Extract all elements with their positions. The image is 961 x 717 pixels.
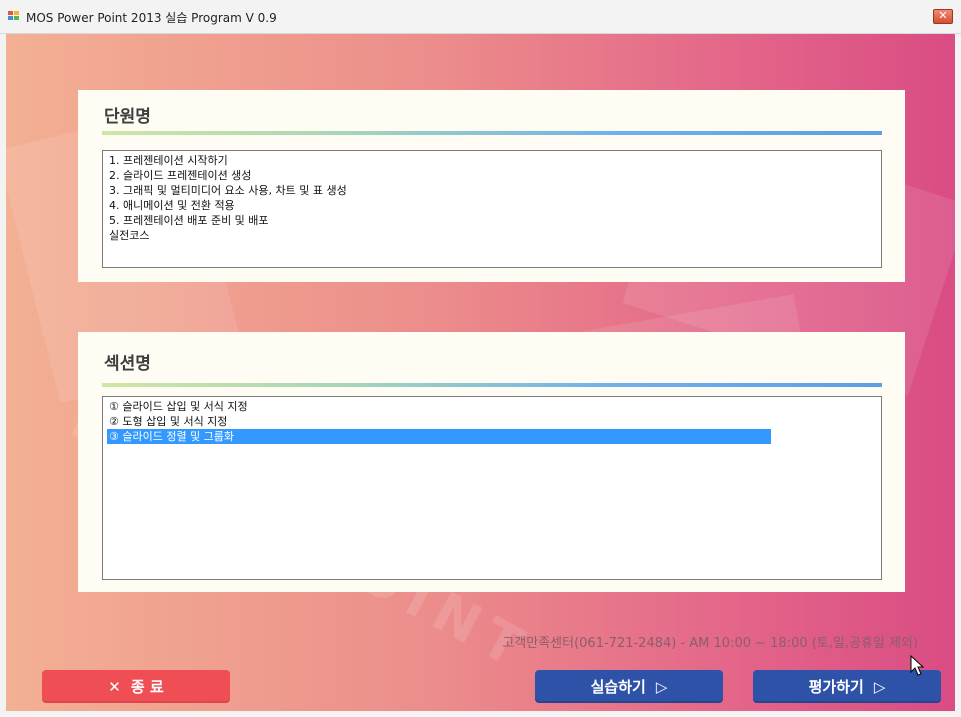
exit-button[interactable]: ✕ 종 료 [42, 670, 230, 703]
main-window: POWERPOINT 단원명 1. 프레젠테이션 시작하기 2. 슬라이드 프레… [6, 34, 955, 711]
section-item-selected[interactable]: ③ 슬라이드 정렬 및 그룹화 [107, 429, 771, 444]
units-list[interactable]: 1. 프레젠테이션 시작하기 2. 슬라이드 프레젠테이션 생성 3. 그래픽 … [102, 150, 882, 268]
units-panel-title: 단원명 [104, 107, 151, 127]
evaluate-button-label: 평가하기 [808, 678, 864, 696]
sections-panel-title: 섹션명 [104, 354, 151, 374]
unit-item[interactable]: 5. 프레젠테이션 배포 준비 및 배포 [107, 213, 877, 228]
practice-button-label: 실습하기 [590, 678, 646, 696]
app-icon [8, 11, 21, 22]
units-panel: 단원명 1. 프레젠테이션 시작하기 2. 슬라이드 프레젠테이션 생성 3. … [78, 90, 905, 282]
sections-panel: 섹션명 ① 슬라이드 삽입 및 서식 지정 ② 도형 삽입 및 서식 지정 ③ … [78, 332, 905, 592]
play-icon: ▷ [655, 677, 668, 696]
practice-button[interactable]: 실습하기 ▷ [535, 670, 723, 703]
unit-item[interactable]: 1. 프레젠테이션 시작하기 [107, 153, 877, 168]
section-item[interactable]: ① 슬라이드 삽입 및 서식 지정 [107, 399, 877, 414]
support-info: 고객만족센터(061-721-2484) - AM 10:00 ~ 18:00 … [502, 636, 918, 651]
close-icon[interactable]: ✕ [933, 9, 953, 24]
unit-item[interactable]: 3. 그래픽 및 멀티미디어 요소 사용, 차트 및 표 생성 [107, 183, 877, 198]
play-icon: ▷ [873, 677, 886, 696]
title-bar: MOS Power Point 2013 실습 Program V 0.9 ✕ [0, 0, 961, 34]
unit-item[interactable]: 2. 슬라이드 프레젠테이션 생성 [107, 168, 877, 183]
unit-item[interactable]: 4. 애니메이션 및 전환 적용 [107, 198, 877, 213]
exit-button-label: 종 료 [130, 678, 164, 696]
section-item[interactable]: ② 도형 삽입 및 서식 지정 [107, 414, 877, 429]
unit-item[interactable]: 실전코스 [107, 228, 877, 243]
close-icon: ✕ [108, 677, 121, 696]
mouse-pointer-icon [910, 655, 924, 676]
sections-list[interactable]: ① 슬라이드 삽입 및 서식 지정 ② 도형 삽입 및 서식 지정 ③ 슬라이드… [102, 396, 882, 580]
units-divider [102, 131, 882, 135]
sections-divider [102, 383, 882, 387]
window-title: MOS Power Point 2013 실습 Program V 0.9 [26, 11, 277, 25]
